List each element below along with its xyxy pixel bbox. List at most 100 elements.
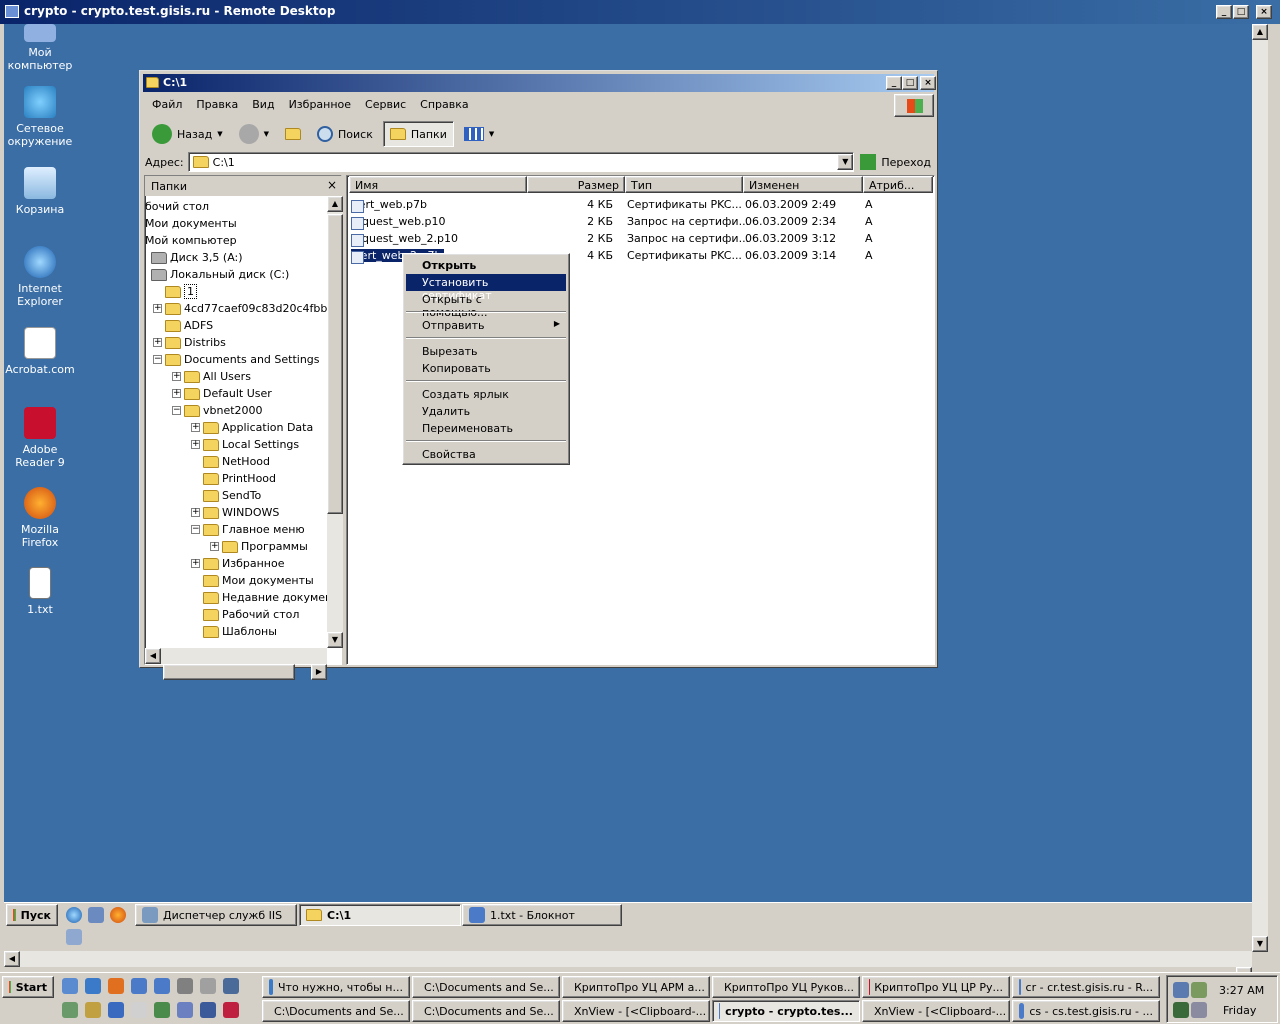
menu-file[interactable]: Файл	[145, 96, 189, 116]
expand-icon[interactable]: +	[172, 372, 181, 381]
clipboard-icon[interactable]	[200, 978, 216, 994]
tree-item[interactable]: бочий стол	[145, 198, 209, 215]
taskbar-task-button[interactable]: XnView - [<Clipboard-...	[862, 1000, 1010, 1022]
address-input[interactable]: C:\1 ▼	[187, 152, 855, 172]
rdp-vertical-scrollbar[interactable]: ▲ ▼	[1252, 24, 1268, 952]
help-icon[interactable]	[154, 978, 170, 994]
close-icon[interactable]: ×	[327, 178, 337, 192]
maximize-button[interactable]: □	[1233, 5, 1249, 19]
taskbar-task-button[interactable]: C:\Documents and Se...	[412, 976, 560, 998]
taskbar-task-button[interactable]: cs - cs.test.gisis.ru - ...	[1012, 1000, 1160, 1022]
network-tray-icon[interactable]	[1173, 982, 1189, 998]
firefox-icon[interactable]	[108, 978, 124, 994]
settings-icon[interactable]	[177, 1002, 193, 1018]
security-tray-icon[interactable]	[1173, 1002, 1189, 1018]
ctx-copy[interactable]: Копировать	[406, 360, 566, 377]
close-button[interactable]: ×	[1256, 5, 1272, 19]
tree-item[interactable]: Мой компьютер	[145, 232, 237, 249]
collapse-icon[interactable]: −	[172, 406, 181, 415]
collapse-icon[interactable]: −	[153, 355, 162, 364]
taskbar-task-button[interactable]: C:\Documents and Se...	[262, 1000, 410, 1022]
rdp-icon[interactable]	[223, 978, 239, 994]
taskbar-task-button[interactable]: C:\Documents and Se...	[412, 1000, 560, 1022]
pencil-icon[interactable]	[131, 1002, 147, 1018]
taskbar-task-button[interactable]: КриптоПро УЦ ЦР Ру...	[862, 976, 1010, 998]
expand-icon[interactable]: +	[172, 389, 181, 398]
ctx-properties[interactable]: Свойства	[406, 446, 566, 463]
menu-help[interactable]: Справка	[413, 96, 475, 116]
tree-item[interactable]: − Documents and Settings	[153, 351, 320, 368]
network-icon[interactable]	[154, 1002, 170, 1018]
ie-icon[interactable]	[66, 907, 82, 923]
desktop-icon-acrobat[interactable]: Acrobat.com	[4, 327, 78, 376]
tree-item[interactable]: + Application Data	[191, 419, 313, 436]
task-explorer-c1[interactable]: C:\1	[299, 904, 461, 926]
views-button[interactable]: ▼	[458, 121, 500, 147]
tree-item[interactable]: PrintHood	[191, 470, 276, 487]
scroll-up-arrow-icon[interactable]: ▲	[1252, 24, 1268, 40]
tree-item[interactable]: Локальный диск (C:)	[151, 266, 289, 283]
tree-item[interactable]: +4cd77caef09c83d20c4fbb1e	[153, 300, 327, 317]
tree-item[interactable]: 1	[153, 283, 197, 300]
network-icon[interactable]	[62, 1002, 78, 1018]
taskbar-task-button[interactable]: КриптоПро УЦ Руков...	[712, 976, 860, 998]
desktop-icon-text-file[interactable]: 1.txt	[4, 567, 78, 616]
ctx-install-certificate[interactable]: Установить сертификат	[406, 274, 566, 302]
up-button[interactable]	[279, 121, 307, 147]
scroll-left-arrow-icon[interactable]: ◀	[4, 951, 20, 967]
save-icon[interactable]	[223, 1002, 239, 1018]
menu-favorites[interactable]: Избранное	[282, 96, 358, 116]
ctx-create-shortcut[interactable]: Создать ярлык	[406, 386, 566, 403]
expand-icon[interactable]: +	[210, 542, 219, 551]
tree-item[interactable]: SendTo	[191, 487, 261, 504]
tree-item[interactable]: + All Users	[172, 368, 251, 385]
tools-icon[interactable]	[85, 1002, 101, 1018]
ctx-cut[interactable]: Вырезать	[406, 343, 566, 360]
ie-icon[interactable]	[85, 978, 101, 994]
expand-icon[interactable]: +	[191, 423, 200, 432]
minimize-button[interactable]: _	[1216, 5, 1232, 19]
file-row[interactable]: Cert_web.p7b 4 КБ Сертификаты PKC... 06.03.…	[349, 196, 938, 213]
explorer-minimize-button[interactable]: _	[886, 76, 902, 90]
menu-tools[interactable]: Сервис	[358, 96, 413, 116]
start-button[interactable]: Start	[2, 976, 54, 998]
taskbar-task-button[interactable]: КриптоПро УЦ АРМ а...	[562, 976, 710, 998]
expand-icon[interactable]: +	[191, 559, 200, 568]
desktop-icon-my-computer[interactable]: Мой компьютер	[4, 24, 78, 72]
tree-item[interactable]: NetHood	[191, 453, 270, 470]
scroll-down-arrow-icon[interactable]: ▼	[1252, 936, 1268, 952]
tree-vertical-scrollbar[interactable]: ▲ ▼	[327, 196, 343, 648]
tree-item[interactable]: + WINDOWS	[191, 504, 279, 521]
show-desktop-icon[interactable]	[62, 978, 78, 994]
column-name[interactable]: Имя	[349, 176, 527, 193]
tree-item[interactable]: Мои документы	[145, 215, 237, 232]
file-row[interactable]: request_web_2.p10 2 КБ Запрос на сертифи..…	[349, 230, 938, 247]
column-modified[interactable]: Изменен	[743, 176, 863, 193]
firefox-icon[interactable]	[110, 907, 126, 923]
desktop-icon-network[interactable]: Сетевое окружение	[4, 86, 78, 148]
remote-start-button[interactable]: Пуск	[6, 904, 58, 926]
taskbar-task-button[interactable]: cr - cr.test.gisis.ru - R...	[1012, 976, 1160, 998]
expand-icon[interactable]: +	[191, 508, 200, 517]
explorer-maximize-button[interactable]: □	[902, 76, 918, 90]
menu-view[interactable]: Вид	[245, 96, 281, 116]
tree-item[interactable]: Мои документы	[191, 572, 314, 589]
volume-tray-icon[interactable]	[1191, 1002, 1207, 1018]
expand-icon[interactable]: +	[153, 304, 162, 313]
taskbar-task-button[interactable]: crypto - crypto.tes...	[712, 1000, 860, 1022]
column-size[interactable]: Размер	[527, 176, 625, 193]
menu-edit[interactable]: Правка	[189, 96, 245, 116]
taskbar-task-button[interactable]: Что нужно, чтобы н...	[262, 976, 410, 998]
tree-horizontal-scrollbar[interactable]: ◀ ▶	[145, 648, 327, 680]
desktop-icon-firefox[interactable]: Mozilla Firefox	[4, 487, 78, 549]
tree-item[interactable]: Шаблоны	[191, 623, 277, 640]
back-button[interactable]: Назад ▼	[146, 121, 229, 147]
show-desktop-icon[interactable]	[88, 907, 104, 923]
search-button[interactable]: Поиск	[311, 121, 379, 147]
ctx-delete[interactable]: Удалить	[406, 403, 566, 420]
ctx-rename[interactable]: Переименовать	[406, 420, 566, 437]
help-icon[interactable]	[131, 978, 147, 994]
folders-button[interactable]: Папки	[382, 121, 454, 147]
ctx-open-with[interactable]: Открыть с помощью...	[406, 291, 566, 319]
globe-icon[interactable]	[108, 1002, 124, 1018]
